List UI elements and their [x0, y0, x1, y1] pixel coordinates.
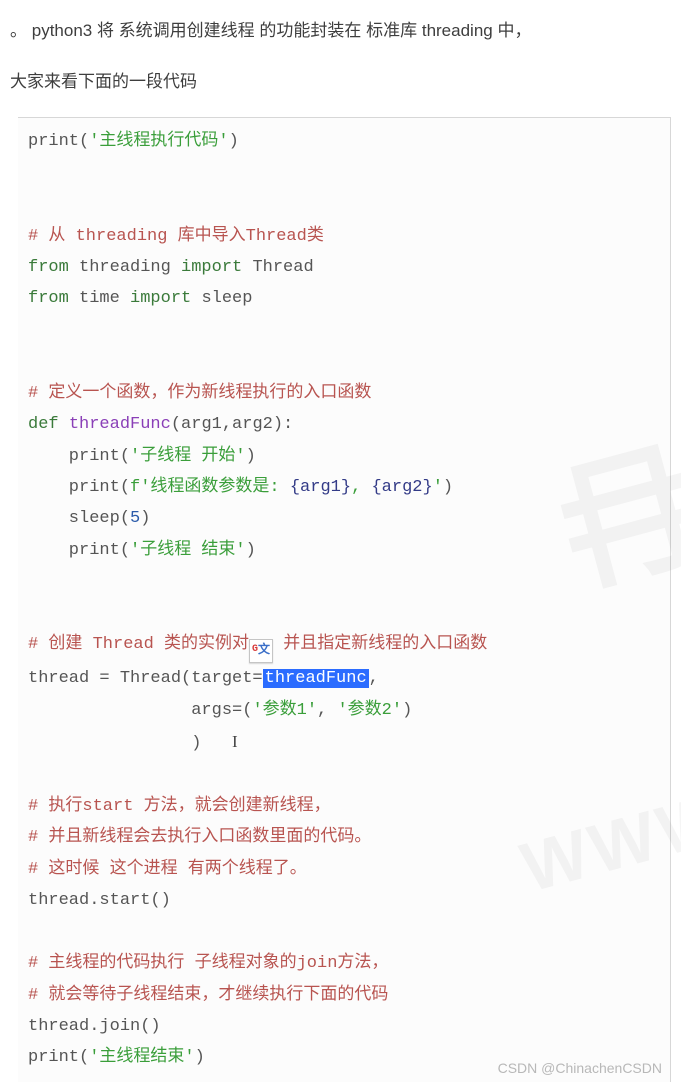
- code-comment: # 执行start 方法，就会创建新线程，: [28, 791, 670, 822]
- code-line: from threading import Thread: [28, 252, 670, 283]
- code-line: ) I: [28, 726, 670, 759]
- code-line: thread.join(): [28, 1011, 670, 1042]
- code-comment: # 从 threading 库中导入Thread类: [28, 221, 670, 252]
- code-line: from time import sleep: [28, 283, 670, 314]
- code-blank: [28, 598, 670, 629]
- code-comment: # 这时候 这个进程 有两个线程了。: [28, 854, 670, 885]
- code-comment: # 创建 Thread 类的实例对G文 并且指定新线程的入口函数: [28, 629, 670, 663]
- text-cursor-icon: I: [232, 726, 242, 757]
- code-line: args=('参数1', '参数2'): [28, 695, 670, 726]
- code-line: print('主线程执行代码'): [28, 126, 670, 157]
- code-blank: [28, 917, 670, 948]
- code-blank: [28, 566, 670, 597]
- code-line: print(f'线程函数参数是: {arg1}, {arg2}'): [28, 472, 670, 503]
- intro-bullet: 。: [10, 21, 27, 40]
- code-block: 冄 WWW print('主线程执行代码') # 从 threading 库中导…: [18, 117, 671, 1082]
- code-blank: [28, 760, 670, 791]
- intro-line-2: 大家来看下面的一段代码: [10, 67, 671, 98]
- translate-icon[interactable]: G文: [249, 639, 273, 663]
- code-comment: # 就会等待子线程结束，才继续执行下面的代码: [28, 980, 670, 1011]
- code-comment: # 并且新线程会去执行入口函数里面的代码。: [28, 822, 670, 853]
- code-line: thread = Thread(target=threadFunc,: [28, 663, 670, 694]
- code-line: def threadFunc(arg1,arg2):: [28, 409, 670, 440]
- intro-line-1: 。 python3 将 系统调用创建线程 的功能封装在 标准库 threadin…: [10, 16, 671, 47]
- code-line: sleep(5): [28, 503, 670, 534]
- code-blank: [28, 158, 670, 189]
- code-comment: # 定义一个函数，作为新线程执行的入口函数: [28, 378, 670, 409]
- code-line: print('子线程 开始'): [28, 441, 670, 472]
- intro-text-1: python3 将 系统调用创建线程 的功能封装在 标准库 threading …: [32, 21, 532, 40]
- selected-text[interactable]: threadFunc: [263, 669, 369, 688]
- code-blank: [28, 346, 670, 377]
- code-comment: # 主线程的代码执行 子线程对象的join方法，: [28, 948, 670, 979]
- credit-text: CSDN @ChinachenCSDN: [498, 1056, 662, 1082]
- code-line: thread.start(): [28, 885, 670, 916]
- code-blank: [28, 189, 670, 220]
- code-line: print('子线程 结束'): [28, 535, 670, 566]
- code-blank: [28, 315, 670, 346]
